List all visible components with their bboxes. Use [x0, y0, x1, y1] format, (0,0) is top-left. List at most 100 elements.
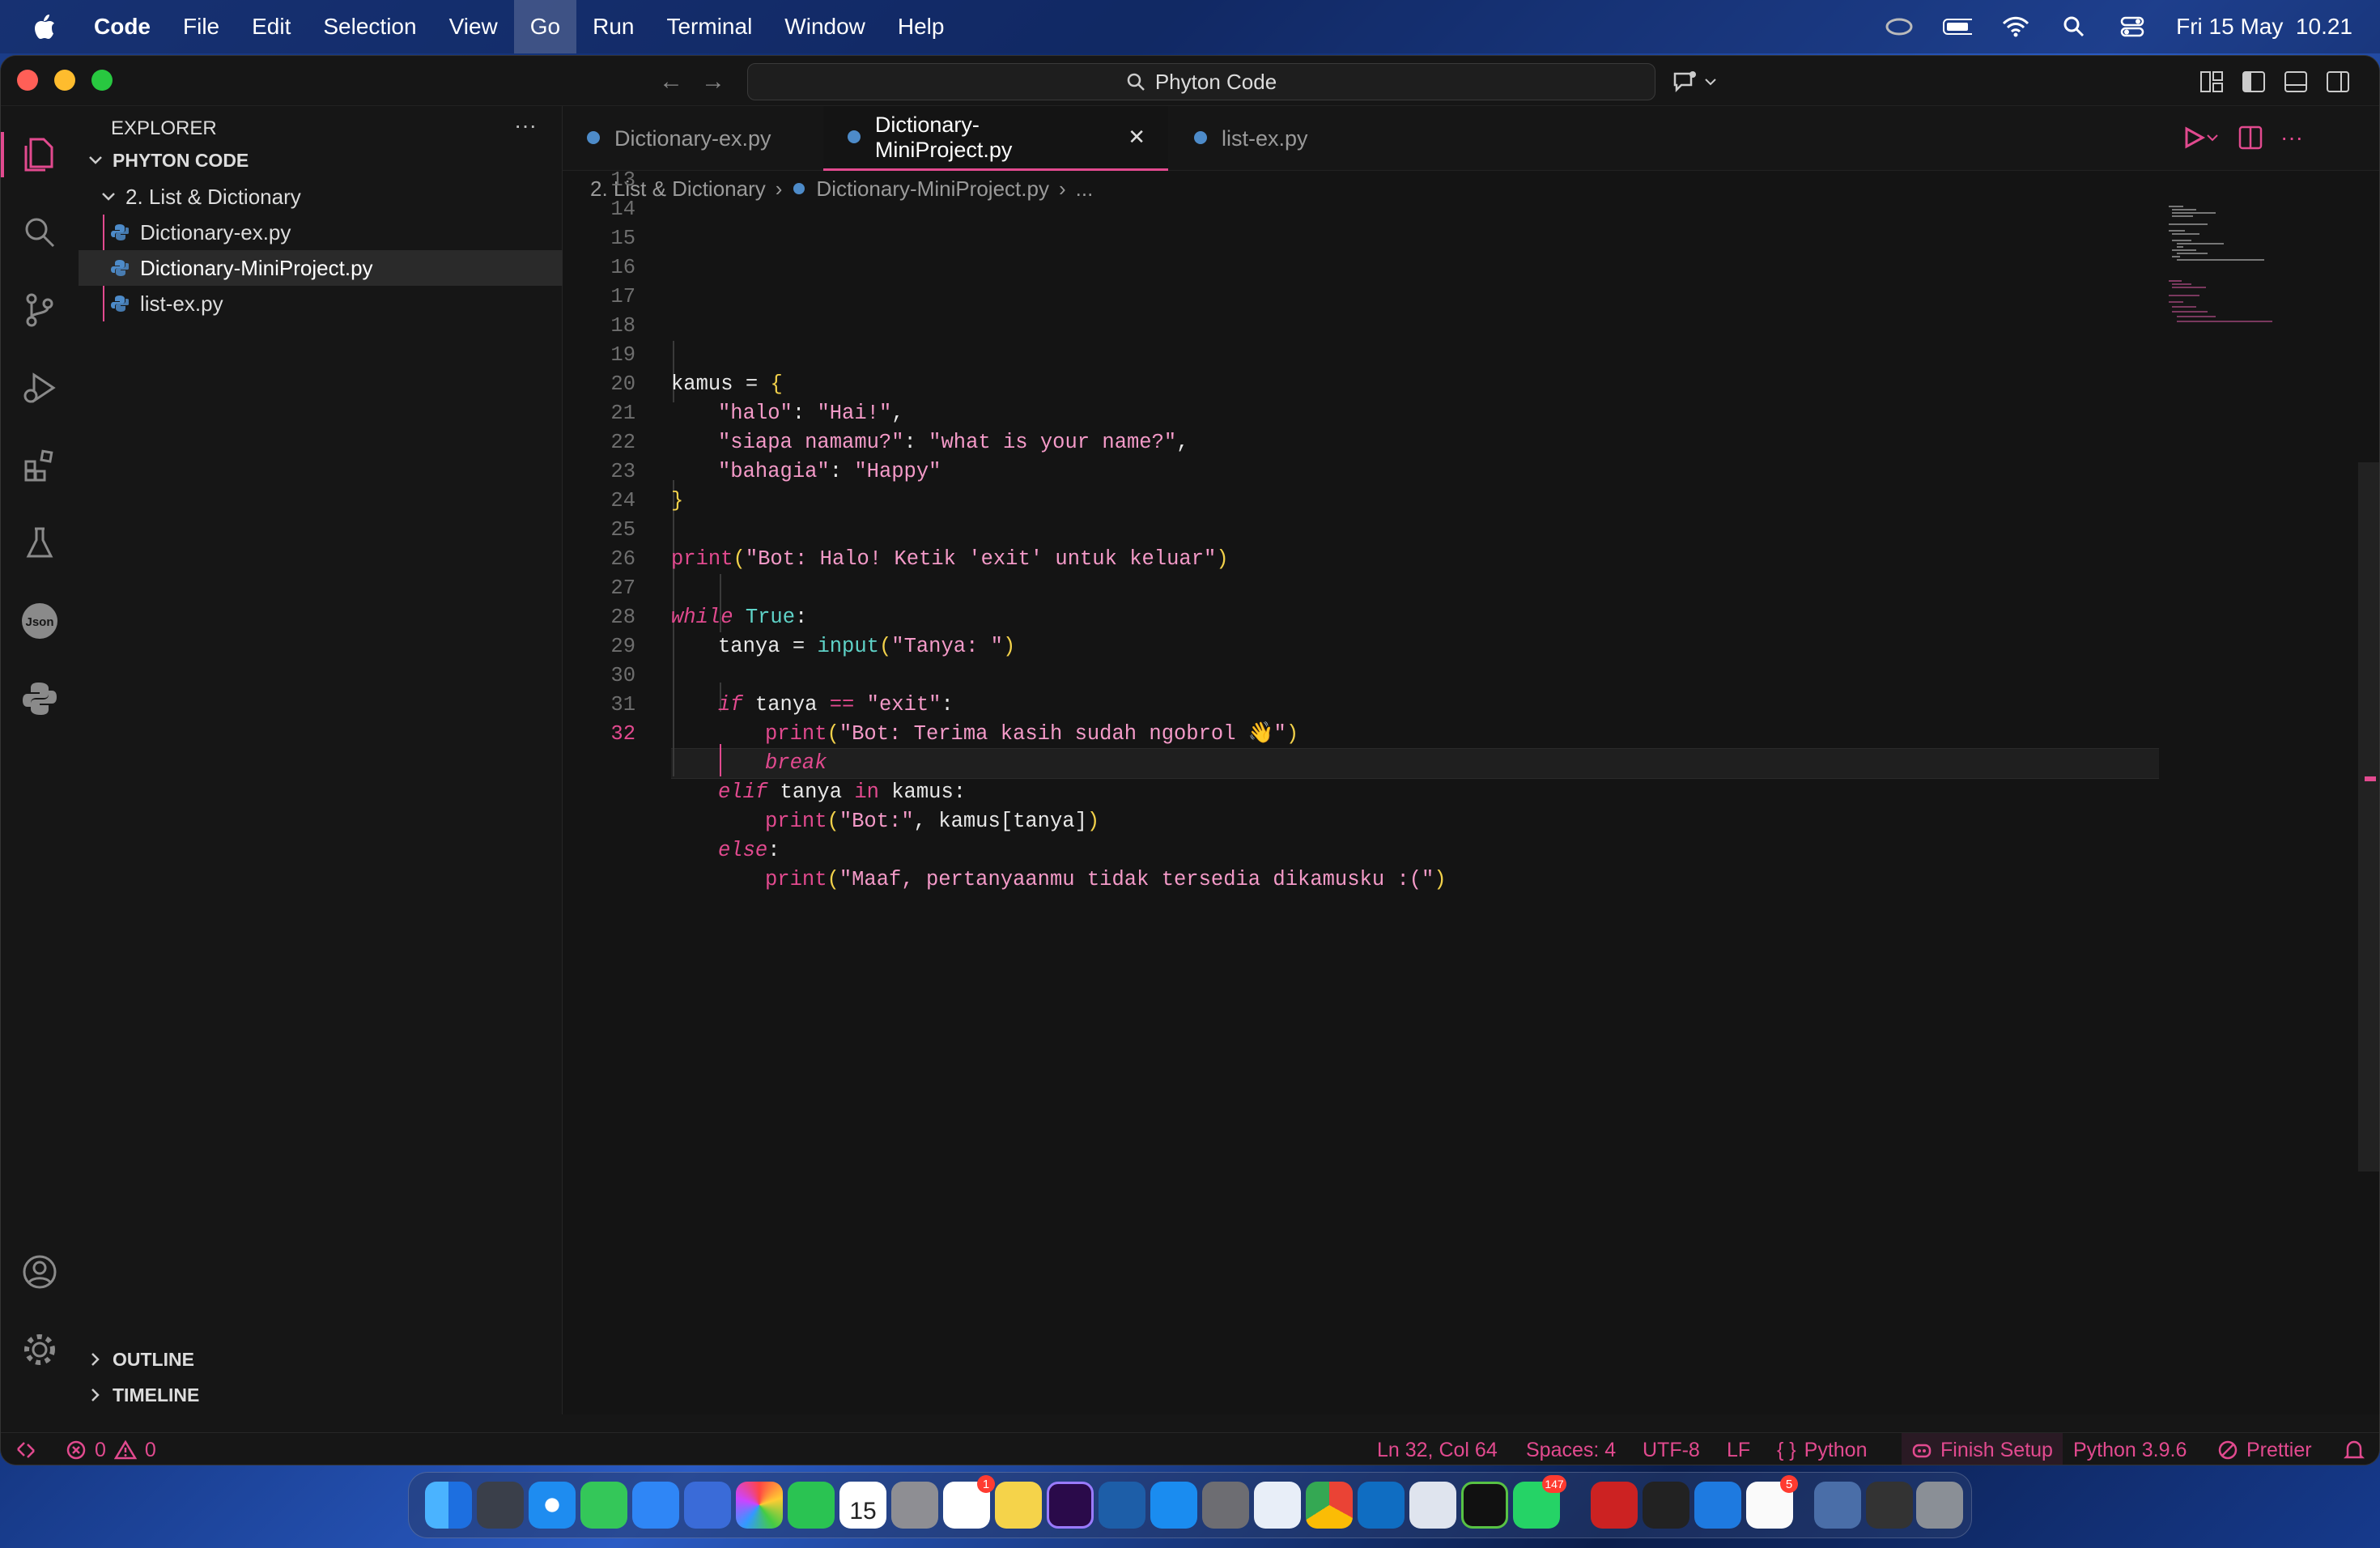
python-file-icon	[111, 259, 129, 277]
split-editor-icon[interactable]	[2238, 125, 2263, 150]
launchpad-icon[interactable]	[477, 1482, 524, 1529]
back-arrow-icon[interactable]: ←	[655, 66, 687, 98]
close-tab-icon[interactable]: ✕	[1128, 125, 1145, 150]
system-settings-icon[interactable]	[1202, 1482, 1249, 1529]
screenshot-folder-icon[interactable]	[1814, 1482, 1861, 1529]
run-python-file-icon[interactable]	[2182, 124, 2221, 151]
badge-app-icon[interactable]: 5	[1746, 1475, 1798, 1529]
tab-dictionary-ex[interactable]: Dictionary-ex.py	[563, 106, 822, 171]
menu-app-name[interactable]: Code	[78, 0, 167, 53]
vertical-scrollbar[interactable]	[2358, 462, 2379, 1172]
capcut-icon[interactable]	[1643, 1482, 1689, 1529]
language-mode[interactable]: { } Python	[1777, 1433, 1868, 1465]
grammarly-icon[interactable]	[1461, 1482, 1508, 1529]
apple-icon[interactable]	[31, 13, 58, 40]
red-app-icon[interactable]	[1591, 1482, 1638, 1529]
remote-indicator-icon[interactable]	[15, 1433, 36, 1465]
premiere-pro-icon[interactable]	[1047, 1482, 1094, 1529]
downloads-stack-icon[interactable]	[1866, 1482, 1913, 1529]
facetime-icon[interactable]	[788, 1482, 835, 1529]
source-control-icon[interactable]	[1, 278, 79, 342]
customize-layout-icon[interactable]	[2199, 70, 2224, 93]
more-actions-icon[interactable]: ···	[2280, 125, 2303, 151]
calendar-icon[interactable]: 15	[839, 1482, 886, 1529]
toggle-secondary-sidebar-icon[interactable]	[2326, 70, 2350, 93]
search-icon[interactable]	[1, 200, 79, 265]
contacts-icon[interactable]	[891, 1482, 938, 1529]
app-store-icon[interactable]	[1150, 1482, 1197, 1529]
menu-run[interactable]: Run	[576, 0, 650, 53]
photos-icon[interactable]	[736, 1482, 783, 1529]
messages-icon[interactable]	[580, 1482, 627, 1529]
menu-selection[interactable]: Selection	[307, 0, 432, 53]
menu-window[interactable]: Window	[768, 0, 882, 53]
toggle-panel-icon[interactable]	[2284, 70, 2308, 93]
close-window-button[interactable]	[17, 70, 38, 91]
forward-arrow-icon[interactable]: →	[697, 66, 729, 98]
extensions-icon[interactable]	[1, 433, 79, 498]
control-center-icon[interactable]	[2118, 15, 2147, 38]
reminders-icon[interactable]: 1	[943, 1475, 995, 1529]
file-list-ex[interactable]: list-ex.py	[79, 286, 563, 321]
testing-flask-icon[interactable]	[1, 511, 79, 576]
wifi-icon[interactable]	[2001, 15, 2030, 38]
python-interpreter[interactable]: Python 3.9.6	[2073, 1433, 2187, 1465]
tab-list-ex[interactable]: list-ex.py	[1170, 106, 1356, 171]
chrome-icon[interactable]	[1306, 1482, 1353, 1529]
problems-indicator[interactable]: 0 0	[66, 1433, 156, 1465]
menu-go[interactable]: Go	[513, 0, 577, 53]
menu-view[interactable]: View	[433, 0, 514, 53]
menu-terminal[interactable]: Terminal	[650, 0, 768, 53]
finish-setup-button[interactable]: Finish Setup	[1902, 1433, 2063, 1465]
creative-cloud-icon[interactable]	[1885, 15, 1914, 38]
settings-gear-icon[interactable]	[1, 1317, 79, 1382]
copilot-chat-icon[interactable]	[1672, 67, 1725, 96]
vscode-icon[interactable]	[1358, 1482, 1405, 1529]
freeform-icon[interactable]	[1099, 1482, 1145, 1529]
workspace-root[interactable]: PHYTON CODE	[79, 142, 563, 178]
menu-file[interactable]: File	[167, 0, 236, 53]
command-center-search[interactable]: Phyton Code	[747, 63, 1655, 100]
end-of-line[interactable]: LF	[1727, 1433, 1750, 1465]
menu-help[interactable]: Help	[882, 0, 961, 53]
spotlight-search-icon[interactable]	[2059, 15, 2089, 38]
indentation-spaces[interactable]: Spaces: 4	[1526, 1433, 1616, 1465]
code-line-28: break	[765, 751, 827, 775]
python-extension-icon[interactable]	[1, 666, 79, 731]
preview-icon[interactable]	[1254, 1482, 1301, 1529]
notifications-bell-icon[interactable]	[2344, 1433, 2365, 1465]
menu-edit[interactable]: Edit	[236, 0, 307, 53]
breadcrumb-file[interactable]: Dictionary-MiniProject.py	[816, 176, 1049, 202]
whatsapp-icon[interactable]: 147	[1513, 1475, 1566, 1529]
notes-icon[interactable]	[995, 1482, 1042, 1529]
menu-clock[interactable]: Fri 15 May 10.21	[2176, 14, 2352, 40]
run-debug-icon[interactable]	[1, 355, 79, 420]
finder-icon[interactable]	[425, 1482, 472, 1529]
minimize-window-button[interactable]	[54, 70, 75, 91]
quicktime-icon[interactable]	[1694, 1482, 1741, 1529]
toggle-primary-sidebar-icon[interactable]	[2242, 70, 2266, 93]
zoom-window-button[interactable]	[91, 70, 113, 91]
file-encoding[interactable]: UTF-8	[1643, 1433, 1700, 1465]
minimap[interactable]	[2167, 203, 2289, 333]
breadcrumb-symbols[interactable]: ...	[1076, 176, 1094, 202]
accounts-icon[interactable]	[1, 1240, 79, 1304]
timeline-section[interactable]: TIMELINE	[79, 1377, 563, 1413]
folder-list-dictionary[interactable]: 2. List & Dictionary	[79, 179, 563, 215]
explorer-more-icon[interactable]: ···	[514, 113, 537, 138]
cursor-position[interactable]: Ln 32, Col 64	[1377, 1433, 1498, 1465]
explorer-files-icon[interactable]	[1, 122, 79, 187]
file-dictionary-miniproject[interactable]: Dictionary-MiniProject.py	[79, 250, 563, 286]
json-extension-icon[interactable]: Json	[1, 589, 79, 653]
safari-icon[interactable]	[529, 1482, 576, 1529]
tab-dictionary-miniproject[interactable]: Dictionary-MiniProject.py ✕	[823, 106, 1168, 171]
mail-icon[interactable]	[632, 1482, 679, 1529]
maps-icon[interactable]	[684, 1482, 731, 1529]
battery-icon[interactable]	[1943, 15, 1973, 38]
outline-section[interactable]: OUTLINE	[79, 1342, 563, 1377]
trash-icon[interactable]	[1916, 1482, 1963, 1529]
line-number: 13	[610, 168, 635, 192]
disk-utility-icon[interactable]	[1409, 1482, 1456, 1529]
file-dictionary-ex[interactable]: Dictionary-ex.py	[79, 215, 563, 250]
prettier-status[interactable]: Prettier	[2217, 1433, 2312, 1465]
